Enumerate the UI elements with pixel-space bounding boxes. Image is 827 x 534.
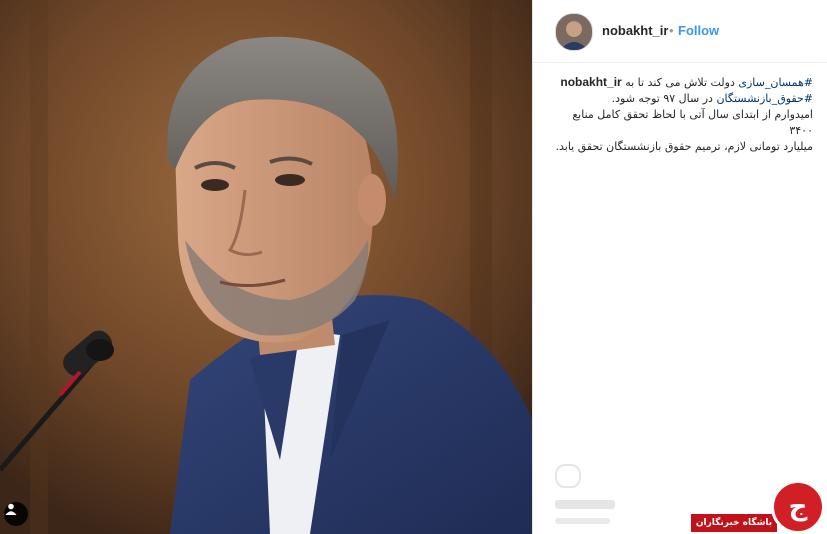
comment-icon <box>555 464 581 488</box>
separator-dot: • <box>669 23 674 38</box>
caption-line-3: امیدوارم از ابتدای سال آتی با لحاظ تحقق … <box>572 108 813 137</box>
placeholder-line <box>555 518 610 524</box>
username-link[interactable]: nobakht_ir <box>602 23 668 38</box>
caption-text: در سال ۹۷ توجه شود. <box>611 92 717 105</box>
hashtag-link[interactable]: #حقوق_بازنشستگان <box>716 92 813 105</box>
watermark-label: باشگاه خبرنگاران <box>691 514 777 532</box>
user-tag-icon[interactable] <box>4 502 28 526</box>
post-side-panel: nobakht_ir • Follow #همسان_سازی دولت تلا… <box>532 0 827 534</box>
caption-line-2: #حقوق_بازنشستگان در سال ۹۷ توجه شود. <box>553 91 813 107</box>
caption-username[interactable]: nobakht_ir <box>560 75 621 89</box>
portrait-illustration <box>0 0 532 534</box>
follow-button[interactable]: Follow <box>678 23 719 38</box>
placeholder-line <box>555 500 615 509</box>
caption-line-1: #همسان_سازی دولت تلاش می کند تا به nobak… <box>553 74 813 91</box>
hashtag-link[interactable]: #همسان_سازی <box>738 76 813 89</box>
watermark-glyph: ج <box>788 492 808 522</box>
avatar[interactable] <box>555 13 593 51</box>
caption-text: دولت تلاش می کند تا به <box>625 76 739 89</box>
caption-line-4: میلیارد تومانی لازم، ترمیم حقوق بازنشستگ… <box>555 140 813 153</box>
post-photo[interactable] <box>0 0 532 534</box>
faded-comment-placeholder <box>553 462 673 524</box>
watermark-logo: ج <box>771 480 825 534</box>
post-caption: #همسان_سازی دولت تلاش می کند تا به nobak… <box>553 74 813 155</box>
post-header: nobakht_ir • Follow <box>533 0 827 63</box>
